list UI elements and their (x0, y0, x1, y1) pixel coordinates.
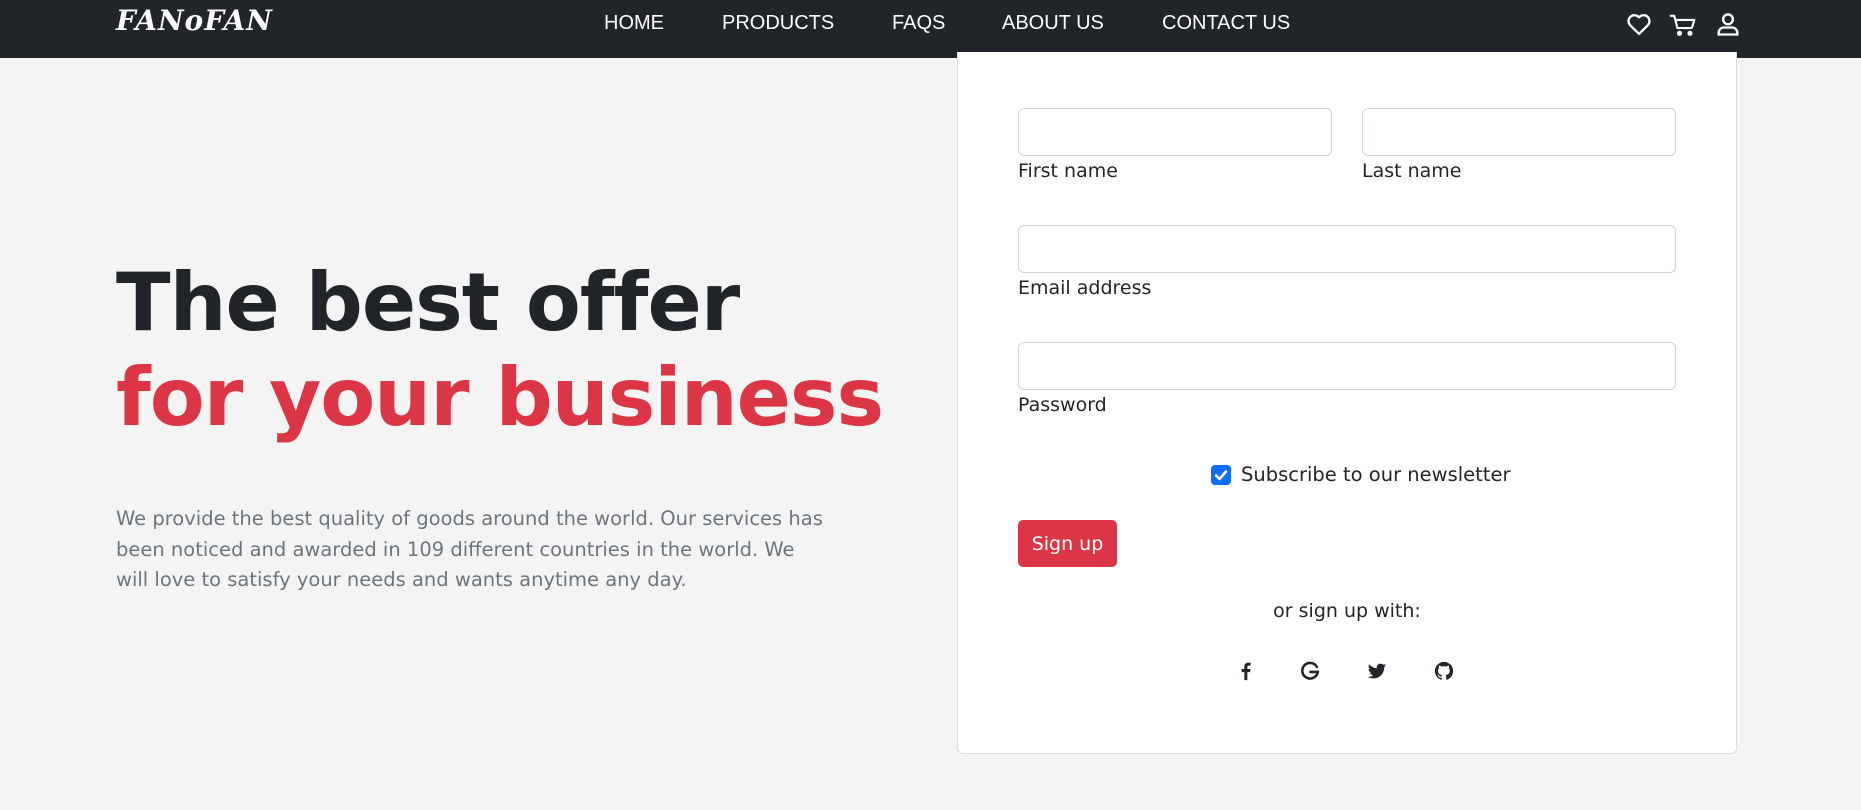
headline-accent: for your business (116, 351, 884, 444)
nav-link-about-us[interactable]: ABOUT US (1002, 12, 1104, 35)
sign-up-button[interactable]: Sign up (1018, 520, 1117, 567)
user-icon[interactable] (1714, 10, 1742, 38)
first-name-input[interactable] (1018, 108, 1332, 156)
github-icon[interactable] (1431, 658, 1457, 684)
brand-logo[interactable]: FANoFAN (116, 4, 273, 37)
password-input[interactable] (1018, 342, 1676, 390)
password-label: Password (1018, 394, 1107, 416)
navbar: FANoFAN HOME PRODUCTS FAQS ABOUT US CONT… (0, 0, 1861, 58)
first-name-label: First name (1018, 160, 1118, 182)
last-name-label: Last name (1362, 160, 1462, 182)
twitter-icon[interactable] (1364, 658, 1390, 684)
alt-signup-text: or sign up with: (1273, 600, 1421, 622)
facebook-icon[interactable] (1233, 658, 1259, 684)
hero-description: We provide the best quality of goods aro… (116, 507, 823, 591)
heart-icon[interactable] (1625, 10, 1653, 38)
newsletter-checkbox[interactable] (1211, 465, 1231, 485)
headline-primary: The best offer (116, 256, 740, 349)
nav-link-faqs[interactable]: FAQS (892, 12, 945, 35)
last-name-input[interactable] (1362, 108, 1676, 156)
cart-icon[interactable] (1669, 10, 1697, 38)
nav-link-products[interactable]: PRODUCTS (722, 12, 834, 35)
newsletter-label: Subscribe to our newsletter (1241, 463, 1511, 486)
email-input[interactable] (1018, 225, 1676, 273)
email-label: Email address (1018, 277, 1152, 299)
nav-link-contact-us[interactable]: CONTACT US (1162, 12, 1290, 35)
nav-link-home[interactable]: HOME (604, 12, 664, 35)
google-icon[interactable] (1297, 658, 1323, 684)
